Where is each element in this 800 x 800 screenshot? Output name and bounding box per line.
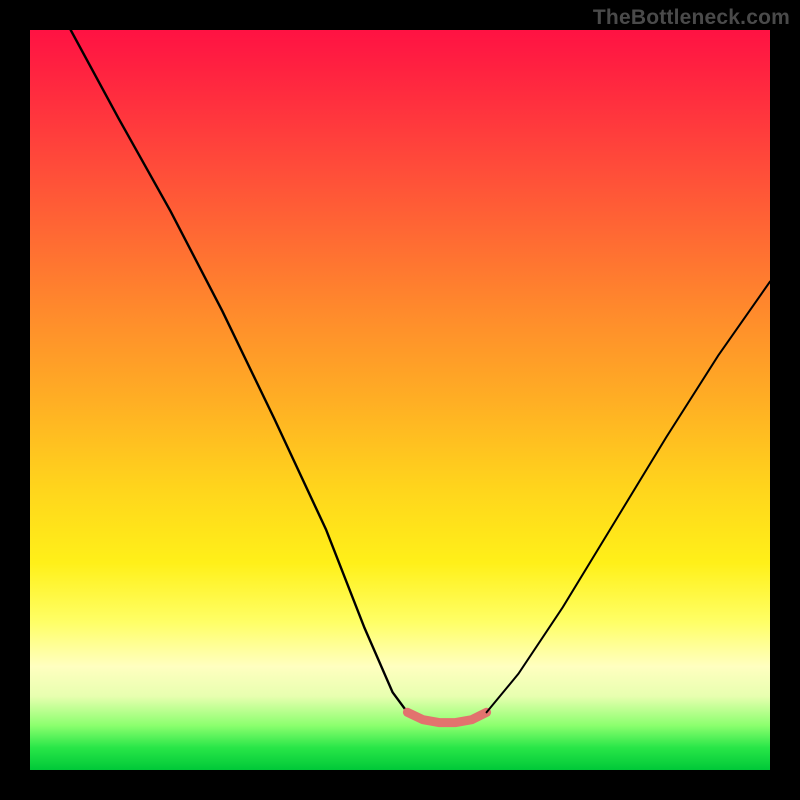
- right-branch-path: [487, 282, 770, 713]
- left-branch-path: [71, 30, 408, 712]
- flat-minimum-path: [407, 712, 486, 722]
- plot-area: [30, 30, 770, 770]
- chart-stage: TheBottleneck.com: [0, 0, 800, 800]
- curve-svg: [30, 30, 770, 770]
- watermark-text: TheBottleneck.com: [593, 6, 790, 30]
